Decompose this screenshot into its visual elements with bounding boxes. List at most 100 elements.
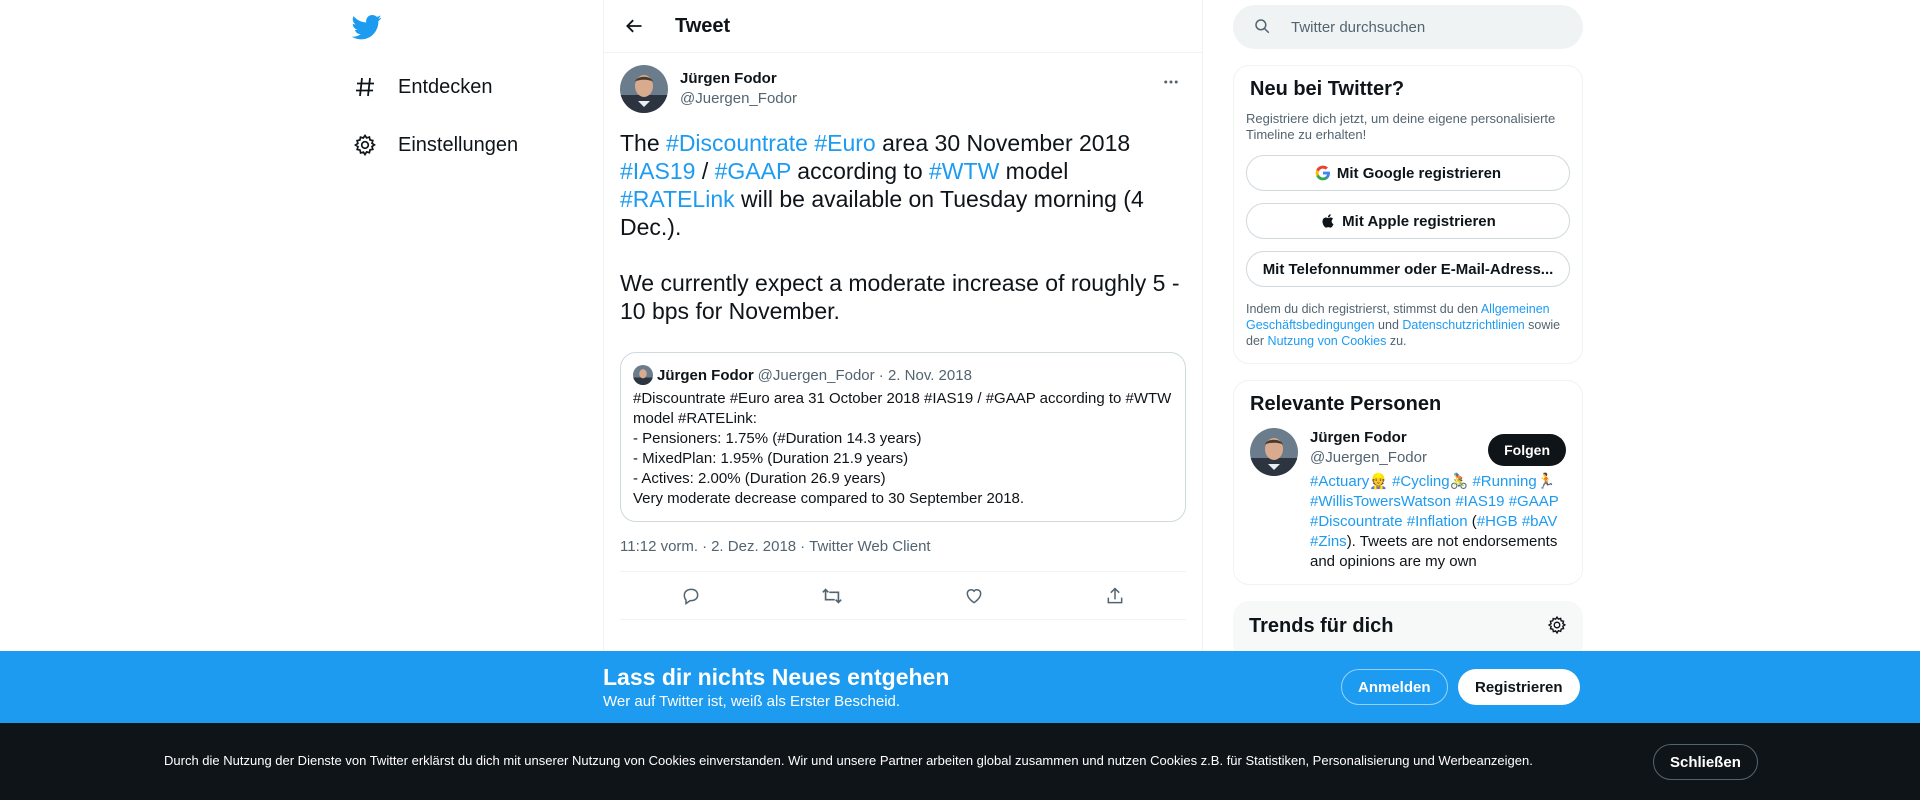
retweet-icon — [822, 587, 843, 604]
back-arrow-icon — [626, 19, 642, 33]
hashtag-link[interactable]: #Discountrate — [666, 130, 808, 156]
legal-text: Indem du dich registrierst, stimmst du d… — [1246, 302, 1481, 316]
people-title: Relevante Personen — [1250, 393, 1442, 415]
person-item[interactable]: Jürgen Fodor @Juergen_Fodor #Actuary👷 #C… — [1234, 416, 1582, 572]
apple-signup-button[interactable]: Mit Apple registrieren — [1246, 203, 1570, 239]
text-segment: according to — [790, 158, 930, 184]
date-link[interactable]: 2. Dez. 2018 — [711, 538, 796, 555]
bio-hashtag-link[interactable]: #Discountrate — [1310, 513, 1403, 530]
separator: · — [800, 538, 806, 555]
text-segment: The — [620, 130, 667, 156]
tweet-actions — [620, 572, 1186, 620]
bio-hashtag-link[interactable]: #IAS19 — [1455, 493, 1504, 510]
author-name[interactable]: Jürgen Fodor — [680, 69, 797, 89]
hashtag-link[interactable]: #WTW — [929, 158, 999, 184]
more-icon — [1164, 80, 1178, 84]
client-link[interactable]: Twitter Web Client — [809, 538, 930, 555]
bio-hashtag-link[interactable]: #bAV — [1522, 513, 1558, 530]
quoted-line: - Actives: 2.00% (Duration 26.9 years) — [633, 470, 886, 487]
retweet-button[interactable] — [814, 578, 850, 614]
bio-text: ). Tweets are not endorsements and opini… — [1310, 533, 1558, 570]
page-header: Tweet — [604, 0, 1202, 53]
apple-signup-label: Mit Apple registrieren — [1342, 212, 1496, 230]
text-segment: model — [999, 158, 1069, 184]
cookies-link[interactable]: Nutzung von Cookies — [1268, 334, 1387, 348]
signup-card: Neu bei Twitter? Registriere dich jetzt,… — [1233, 65, 1583, 364]
login-button[interactable]: Anmelden — [1341, 669, 1448, 705]
gear-icon — [352, 132, 378, 158]
register-button[interactable]: Registrieren — [1458, 669, 1580, 705]
twitter-logo-icon[interactable] — [351, 12, 382, 42]
bio-hashtag-link[interactable]: #Actuary — [1310, 473, 1369, 490]
hashtag-link[interactable]: #Euro — [814, 130, 875, 156]
nav-item-entdecken[interactable]: Entdecken — [352, 65, 493, 109]
privacy-link[interactable]: Datenschutzrichtlinien — [1402, 318, 1524, 332]
bio-hashtag-link[interactable]: #Zins — [1310, 533, 1347, 550]
google-icon — [1315, 165, 1331, 181]
avatar[interactable] — [1250, 428, 1298, 476]
google-signup-button[interactable]: Mit Google registrieren — [1246, 155, 1570, 191]
author-handle[interactable]: @Juergen_Fodor — [680, 89, 797, 109]
separator: · — [702, 538, 708, 555]
person-bio: #Actuary👷 #Cycling🚴 #Running🏃 #WillisTow… — [1310, 472, 1560, 572]
search-bar[interactable] — [1233, 5, 1583, 49]
apple-icon — [1320, 213, 1336, 229]
trends-title: Trends für dich — [1249, 615, 1394, 637]
avatar — [633, 365, 653, 385]
search-input[interactable] — [1291, 18, 1551, 36]
back-button[interactable] — [617, 9, 651, 43]
gear-icon[interactable] — [1547, 615, 1567, 635]
bio-hashtag-link[interactable]: 👷 — [1369, 473, 1392, 490]
bio-hashtag-link[interactable]: #HGB — [1477, 513, 1518, 530]
share-button[interactable] — [1097, 578, 1133, 614]
follow-button[interactable]: Folgen — [1488, 434, 1566, 466]
share-icon — [1107, 586, 1123, 603]
tweet-text: The #Discountrate #Euro area 30 November… — [620, 129, 1186, 325]
quoted-author-name: Jürgen Fodor — [657, 366, 754, 384]
bio-hashtag-link[interactable]: 🚴 — [1450, 473, 1473, 490]
tweet-header: Jürgen Fodor @Juergen_Fodor — [620, 65, 1186, 113]
nav-item-einstellungen[interactable]: Einstellungen — [352, 123, 518, 167]
text-segment: area 30 November 2018 — [875, 130, 1131, 156]
hashtag-icon — [352, 74, 378, 100]
more-button[interactable] — [1156, 67, 1186, 97]
hashtag-link[interactable]: #IAS19 — [620, 158, 695, 184]
tweet-paragraph-1: The #Discountrate #Euro area 30 November… — [620, 129, 1186, 241]
text-segment: / — [695, 158, 715, 184]
cookie-close-button[interactable]: Schließen — [1653, 744, 1758, 780]
cookie-text: Durch die Nutzung der Dienste von Twitte… — [164, 753, 1533, 768]
quoted-meta: @Juergen_Fodor · 2. Nov. 2018 — [757, 366, 972, 384]
avatar[interactable] — [620, 65, 668, 113]
bio-hashtag-link[interactable]: #GAAP — [1509, 493, 1559, 510]
phone-email-signup-button[interactable]: Mit Telefonnummer oder E-Mail-Adress... — [1246, 251, 1570, 287]
right-sidebar: Neu bei Twitter? Registriere dich jetzt,… — [1233, 0, 1583, 661]
signup-title: Neu bei Twitter? — [1250, 78, 1405, 100]
quoted-line: - Pensioners: 1.75% (#Duration 14.3 year… — [633, 430, 922, 447]
quoted-line: Very moderate decrease compared to 30 Se… — [633, 490, 1025, 507]
bio-hashtag-link[interactable]: #Running — [1472, 473, 1536, 490]
signup-description: Registriere dich jetzt, um deine eigene … — [1246, 111, 1556, 142]
signup-banner: Lass dir nichts Neues entgehen Wer auf T… — [0, 651, 1920, 723]
tweet-author: Jürgen Fodor @Juergen_Fodor — [680, 69, 797, 109]
search-icon — [1253, 17, 1273, 37]
reply-button[interactable] — [673, 578, 709, 614]
tweet: Jürgen Fodor @Juergen_Fodor The #Discoun… — [604, 53, 1202, 620]
bio-hashtag-link[interactable]: #WillisTowersWatson — [1310, 493, 1451, 510]
time-link[interactable]: 11:12 vorm. — [620, 538, 698, 555]
hashtag-link[interactable]: #GAAP — [715, 158, 791, 184]
nav-item-label: Einstellungen — [398, 133, 519, 156]
bio-text: ( — [1467, 513, 1477, 530]
like-icon — [966, 588, 982, 604]
cookie-banner: Durch die Nutzung der Dienste von Twitte… — [0, 723, 1920, 800]
like-button[interactable] — [956, 578, 992, 614]
banner-title: Lass dir nichts Neues entgehen — [603, 664, 950, 690]
hashtag-link[interactable]: #RATELink — [620, 186, 735, 212]
bio-hashtag-link[interactable]: 🏃 — [1537, 473, 1556, 490]
page-title: Tweet — [675, 14, 731, 37]
quoted-tweet[interactable]: Jürgen Fodor @Juergen_Fodor · 2. Nov. 20… — [620, 352, 1186, 522]
legal-notice: Indem du dich registrierst, stimmst du d… — [1234, 287, 1582, 349]
tweet-timestamp: 11:12 vorm. · 2. Dez. 2018 · Twitter Web Cli… — [620, 538, 1186, 572]
bio-hashtag-link[interactable]: #Cycling — [1392, 473, 1450, 490]
legal-text: zu. — [1386, 334, 1407, 348]
bio-hashtag-link[interactable]: #Inflation — [1407, 513, 1468, 530]
